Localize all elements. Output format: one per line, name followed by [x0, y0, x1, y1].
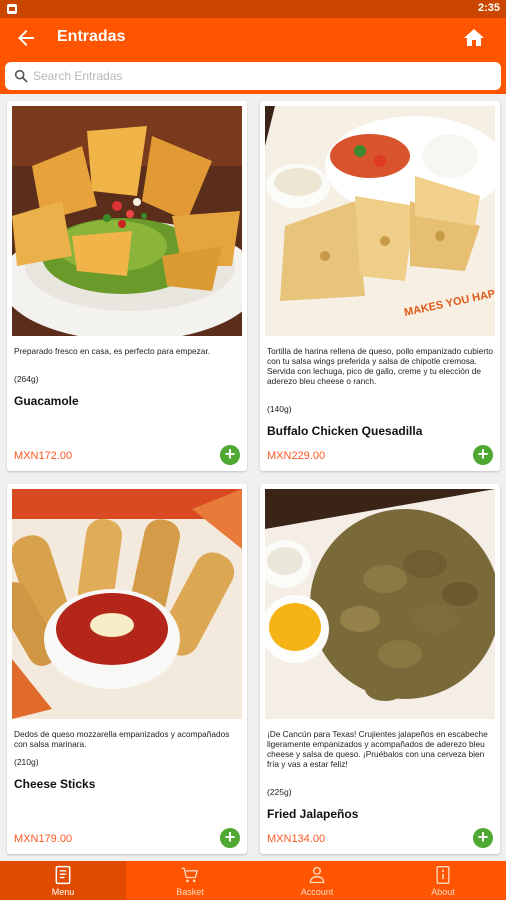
product-photo-guacamole [12, 106, 242, 336]
add-to-basket-button[interactable]: + [473, 445, 493, 465]
product-description: Dedos de queso mozzarella empanizados y … [14, 729, 230, 749]
product-weight: (225g) [267, 787, 292, 797]
app-bar: Entradas [0, 18, 506, 58]
product-grid: Preparado fresco en casa, es perfecto pa… [0, 94, 506, 861]
product-name: Buffalo Chicken Quesadilla [267, 424, 423, 438]
nav-label: About [431, 887, 455, 897]
nav-account[interactable]: Account [254, 861, 380, 900]
notification-icon [7, 4, 17, 14]
search-box[interactable] [5, 62, 501, 90]
product-card-fried-jalapenos[interactable]: ¡De Cancún para Texas! Crujientes jalape… [260, 484, 500, 854]
add-to-basket-button[interactable]: + [473, 828, 493, 848]
product-price: MXN179.00 [14, 833, 73, 845]
nav-label: Menu [51, 887, 75, 897]
product-price: MXN134.00 [267, 833, 326, 845]
product-description: ¡De Cancún para Texas! Crujientes jalape… [267, 729, 488, 769]
product-photo-quesadilla: MAKES YOU HAPPY! [265, 106, 495, 336]
home-icon[interactable] [462, 26, 486, 50]
product-weight: (264g) [14, 374, 39, 384]
product-card-quesadilla[interactable]: MAKES YOU HAPPY! Tortilla de harina rell… [260, 101, 500, 471]
product-photo-fried-jalapenos [265, 489, 495, 719]
status-bar: 2:35 [0, 0, 506, 18]
person-icon [309, 866, 325, 884]
search-input[interactable] [33, 66, 473, 86]
product-name: Cheese Sticks [14, 777, 96, 791]
product-weight: (140g) [267, 404, 292, 414]
product-description: Preparado fresco en casa, es perfecto pa… [14, 346, 211, 356]
nav-menu[interactable]: Menu [0, 861, 126, 900]
menu-book-icon [55, 865, 71, 885]
product-price: MXN172.00 [14, 450, 73, 462]
product-name: Guacamole [14, 394, 79, 408]
search-icon [14, 69, 28, 83]
product-card-cheese-sticks[interactable]: Dedos de queso mozzarella empanizados y … [7, 484, 247, 854]
nav-about[interactable]: About [380, 861, 506, 900]
info-icon [436, 866, 450, 884]
nav-label: Basket [176, 887, 204, 897]
add-to-basket-button[interactable]: + [220, 828, 240, 848]
product-name: Fried Jalapeños [267, 807, 359, 821]
product-photo-cheese-sticks [12, 489, 242, 719]
cart-icon [181, 867, 198, 883]
nav-label: Account [300, 887, 334, 897]
product-price: MXN229.00 [267, 450, 326, 462]
bottom-navigation: Menu Basket Account About [0, 861, 506, 900]
search-bar [0, 58, 506, 94]
status-time: 2:35 [477, 2, 500, 14]
back-arrow-icon[interactable] [14, 26, 38, 50]
add-to-basket-button[interactable]: + [220, 445, 240, 465]
page-title: Entradas [57, 28, 126, 45]
nav-basket[interactable]: Basket [127, 861, 253, 900]
product-weight: (210g) [14, 757, 39, 767]
product-description: Tortilla de harina rellena de queso, pol… [267, 346, 494, 386]
product-card-guacamole[interactable]: Preparado fresco en casa, es perfecto pa… [7, 101, 247, 471]
